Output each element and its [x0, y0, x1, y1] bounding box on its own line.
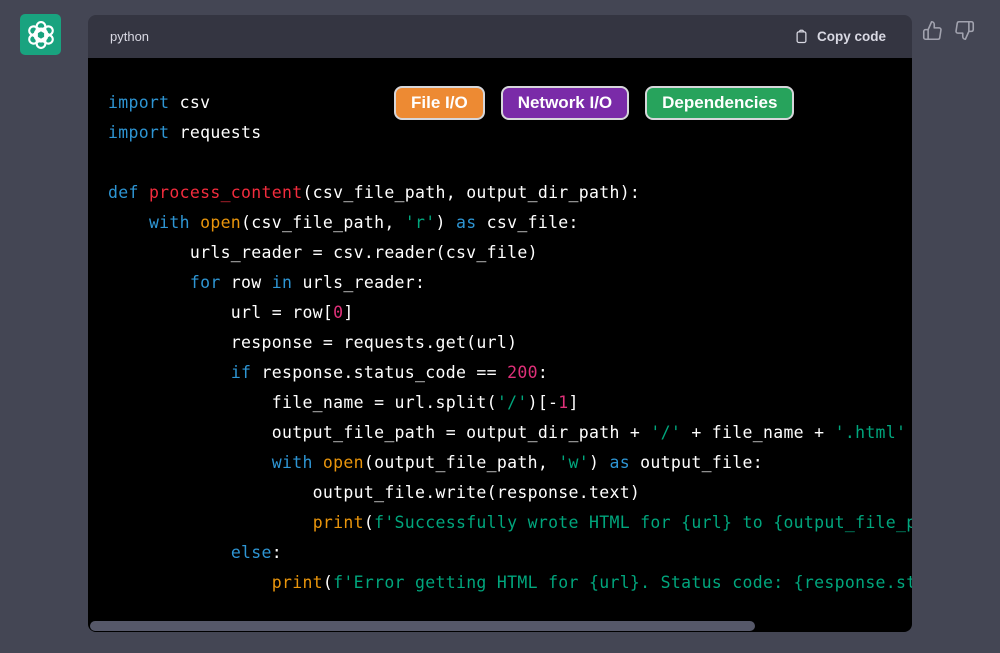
code-line: with open(csv_file_path, 'r') as csv_fil… — [108, 208, 912, 238]
code-area: import csvimport requests def process_co… — [88, 58, 912, 632]
code-line: file_name = url.split('/')[-1] — [108, 388, 912, 418]
thumbs-up-icon — [922, 20, 943, 41]
code-block: python Copy code import csvimport reques… — [88, 15, 912, 632]
code-line: for row in urls_reader: — [108, 268, 912, 298]
code-line — [108, 148, 912, 178]
thumbs-up-button[interactable] — [922, 20, 943, 41]
code-line: if response.status_code == 200: — [108, 358, 912, 388]
chatgpt-logo-icon — [26, 20, 56, 50]
copy-code-label: Copy code — [817, 29, 886, 44]
code-line: url = row[0] — [108, 298, 912, 328]
horizontal-scrollbar-thumb[interactable] — [90, 621, 755, 631]
badge-network-i-o: Network I/O — [501, 86, 629, 120]
code-line: urls_reader = csv.reader(csv_file) — [108, 238, 912, 268]
code-line: output_file.write(response.text) — [108, 478, 912, 508]
code-line: print(f'Error getting HTML for {url}. St… — [108, 568, 912, 598]
code-line: def process_content(csv_file_path, outpu… — [108, 178, 912, 208]
code-content: import csvimport requests def process_co… — [108, 88, 912, 598]
code-line: else: — [108, 538, 912, 568]
chatgpt-avatar — [20, 14, 61, 55]
code-line: response = requests.get(url) — [108, 328, 912, 358]
code-line: import requests — [108, 118, 912, 148]
code-line: print(f'Successfully wrote HTML for {url… — [108, 508, 912, 538]
feedback-buttons — [922, 20, 975, 41]
code-block-header: python Copy code — [88, 15, 912, 58]
thumbs-down-icon — [954, 20, 975, 41]
badge-row: File I/O Network I/O Dependencies — [394, 86, 794, 120]
badge-file-i-o: File I/O — [394, 86, 485, 120]
code-line: output_file_path = output_dir_path + '/'… — [108, 418, 912, 448]
copy-code-button[interactable]: Copy code — [788, 27, 892, 46]
badge-dependencies: Dependencies — [645, 86, 794, 120]
thumbs-down-button[interactable] — [954, 20, 975, 41]
clipboard-icon — [794, 28, 809, 45]
code-language-label: python — [110, 29, 149, 44]
code-line: with open(output_file_path, 'w') as outp… — [108, 448, 912, 478]
